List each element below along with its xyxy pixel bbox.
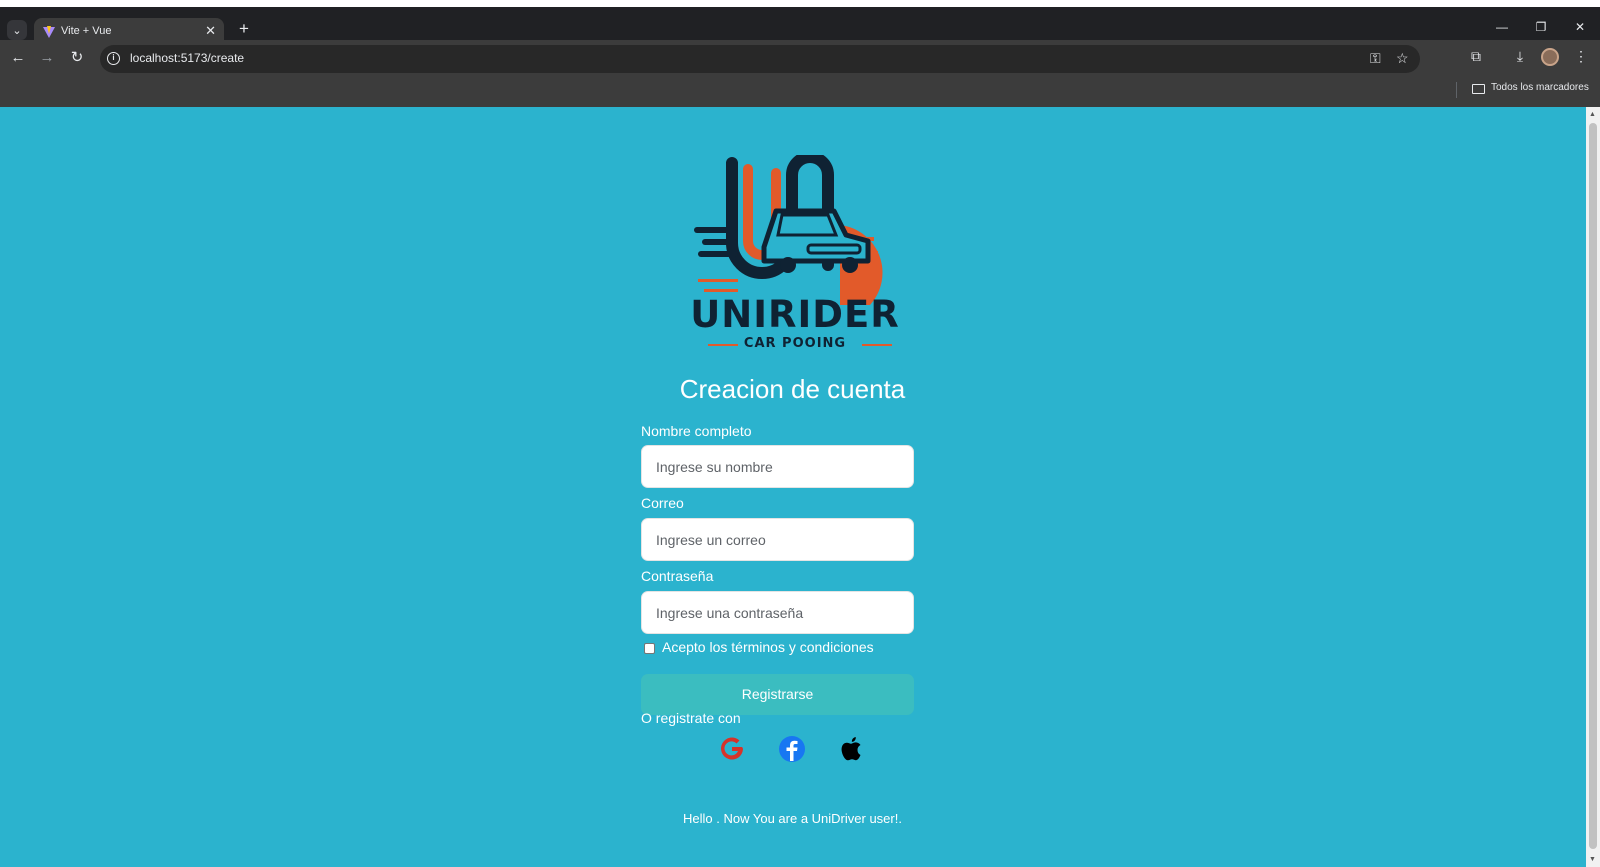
site-info-icon[interactable]: i [107, 52, 120, 65]
forward-icon[interactable]: → [37, 48, 57, 68]
download-icon[interactable]: ⤓ [1509, 48, 1531, 65]
all-bookmarks-link[interactable]: Todos los marcadores [1491, 82, 1589, 93]
close-window-icon[interactable]: ✕ [1568, 20, 1592, 34]
page-scrollbar[interactable]: ▲ ▼ [1586, 107, 1600, 867]
password-label: Contraseña [641, 568, 714, 584]
extensions-icon[interactable]: ⧉ [1465, 48, 1487, 65]
tab-bar: ⌄ Vite + Vue ✕ + — ❐ ✕ [0, 7, 1600, 47]
scroll-up-arrow-icon[interactable]: ▲ [1589, 111, 1596, 118]
address-url[interactable]: localhost:5173/create [130, 51, 244, 65]
tab-title: Vite + Vue [61, 25, 112, 37]
folder-icon[interactable] [1472, 84, 1485, 94]
browser-toolbar: ← → ↻ i localhost:5173/create ⚿ ☆ ⧉ ⤓ ⋮ [0, 40, 1600, 76]
footer-message: Hello . Now You are a UniDriver user!. [683, 811, 902, 826]
back-icon[interactable]: ← [8, 48, 28, 68]
scroll-down-arrow-icon[interactable]: ▼ [1589, 856, 1596, 863]
form-title: Creacion de cuenta [679, 374, 906, 404]
restore-icon[interactable]: ❐ [1529, 20, 1553, 34]
bookmarks-bar: Todos los marcadores [0, 76, 1600, 107]
menu-icon[interactable]: ⋮ [1570, 48, 1592, 65]
google-icon[interactable] [717, 734, 747, 764]
tab-search-icon[interactable]: ⌄ [7, 20, 27, 40]
bookmark-star-icon[interactable]: ☆ [1396, 50, 1409, 67]
new-tab-button[interactable]: + [234, 19, 254, 39]
email-label: Correo [641, 495, 684, 511]
apple-icon[interactable] [837, 734, 867, 764]
email-input[interactable] [641, 518, 914, 561]
page-viewport: UNIRIDER CAR POOING Creacion de cuenta N… [0, 107, 1600, 867]
scroll-thumb[interactable] [1589, 123, 1597, 849]
brand-divider-right [862, 344, 892, 346]
minimize-icon[interactable]: — [1490, 20, 1514, 34]
password-input[interactable] [641, 591, 914, 634]
name-label: Nombre completo [641, 423, 752, 439]
tab-close-icon[interactable]: ✕ [205, 23, 216, 39]
alt-register-label: O registrate con [641, 710, 741, 726]
facebook-icon[interactable] [777, 734, 807, 764]
window-top-edge [0, 0, 1600, 7]
profile-avatar[interactable] [1541, 48, 1559, 66]
name-input[interactable] [641, 445, 914, 488]
brand-title: UNIRIDER [690, 293, 900, 336]
terms-checkbox[interactable] [644, 643, 655, 654]
register-button[interactable]: Registrarse [641, 674, 914, 715]
password-key-icon[interactable]: ⚿ [1370, 50, 1381, 67]
terms-label[interactable]: Acepto los términos y condiciones [662, 639, 874, 655]
address-bar[interactable]: i localhost:5173/create ⚿ ☆ [100, 45, 1420, 73]
vite-favicon-icon [43, 26, 55, 38]
reload-icon[interactable]: ↻ [67, 48, 87, 68]
bookmarks-divider [1456, 82, 1457, 98]
